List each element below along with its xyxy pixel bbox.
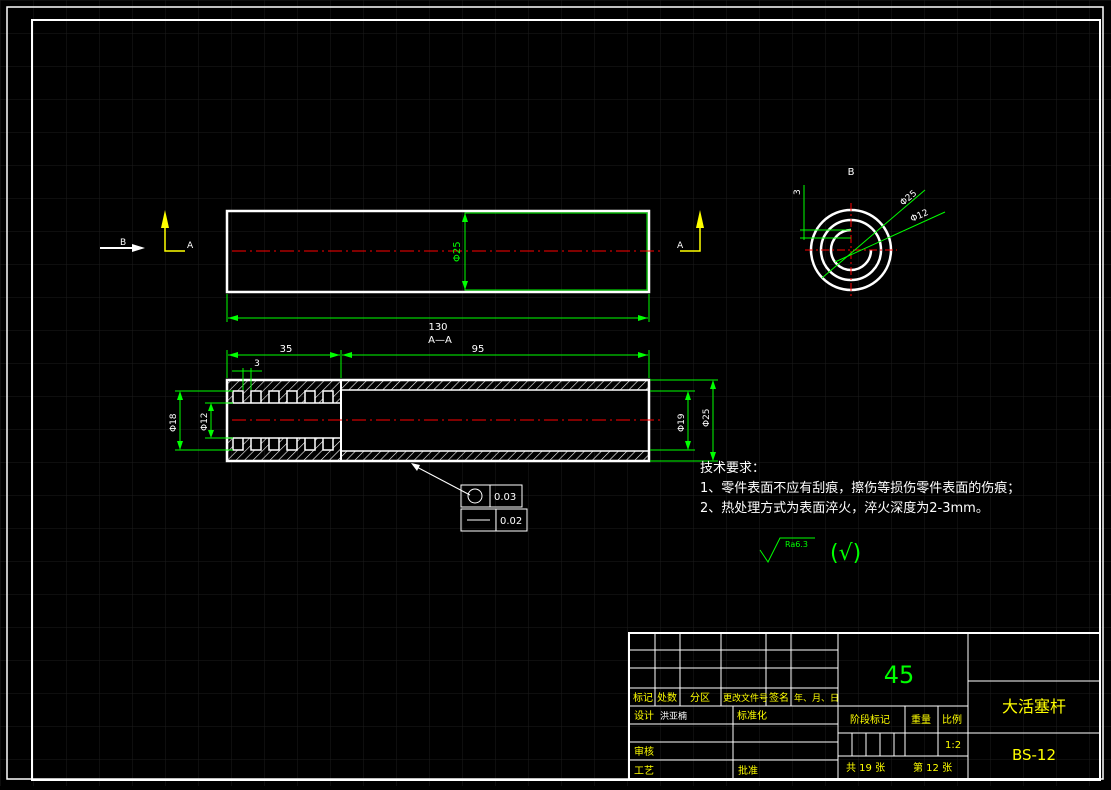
header-change-doc: 更改文件号 [723,692,768,704]
length-dim-label: 130 [428,322,447,333]
header-count: 处数 [657,691,677,704]
design-label: 设计 [634,709,654,722]
thread-outer-label: Φ18 [169,413,179,432]
designer-name: 洪亚楠 [660,710,687,722]
scale-value: 1:2 [945,740,961,751]
section-outer-label: Φ25 [702,408,712,427]
notes-title: 技术要求： [700,461,765,476]
front-diameter-label: Φ25 [452,241,463,262]
standardize-label: 标准化 [737,709,767,722]
scale-label: 比例 [942,713,962,726]
roughness-other: (√) [830,541,861,566]
section-wall-bottom [340,450,650,462]
view-b-arrow-label: B [120,238,126,248]
dim-95-label: 95 [472,344,485,355]
notes-line-1: 1、零件表面不应有刮痕，擦伤等损伤零件表面的伤痕； [700,480,1020,496]
header-signature: 签名 [769,691,789,704]
view-b-top-label: 3 [793,189,803,195]
pitch-dim-label: 3 [254,359,260,369]
total-sheets: 共 19 张 [846,762,885,774]
cut-label-left: A [187,241,194,251]
weight-label: 重量 [911,713,931,726]
part-name: 大活塞杆 [1002,697,1066,716]
header-date: 年、月、日 [794,692,839,704]
section-label: A—A [428,335,452,346]
tolerance-value-2: 0.02 [500,516,522,527]
material-value: 45 [884,661,915,689]
notes-line-2: 2、热处理方式为表面淬火，淬火深度为2-3mm。 [700,500,989,516]
tolerance-value-1: 0.03 [494,492,516,503]
bore-label: Φ19 [677,413,687,432]
cut-label-right: A [677,241,684,251]
thread-inner-label: Φ12 [200,412,210,431]
dim-35-label: 35 [280,344,293,355]
roughness-value: Ra6.3 [785,540,808,549]
header-marker: 标记 [633,692,653,704]
process-label: 工艺 [634,765,654,777]
stage-mark-label: 阶段标记 [850,713,890,726]
cad-canvas: Φ25 130 A—A A A B 35 95 3 Φ18 Φ12 Φ19 Φ2… [0,0,1111,786]
drawing-sheet: Φ25 130 A—A A A B 35 95 3 Φ18 Φ12 Φ19 Φ2… [0,0,1111,786]
drawing-number: BS-12 [1012,746,1056,764]
sheet-number: 第 12 张 [913,761,952,774]
header-zone: 分区 [690,692,710,704]
review-label: 审核 [634,745,654,758]
view-b-label: B [848,167,855,178]
section-wall-top [340,379,650,391]
approve-label: 批准 [738,764,758,777]
